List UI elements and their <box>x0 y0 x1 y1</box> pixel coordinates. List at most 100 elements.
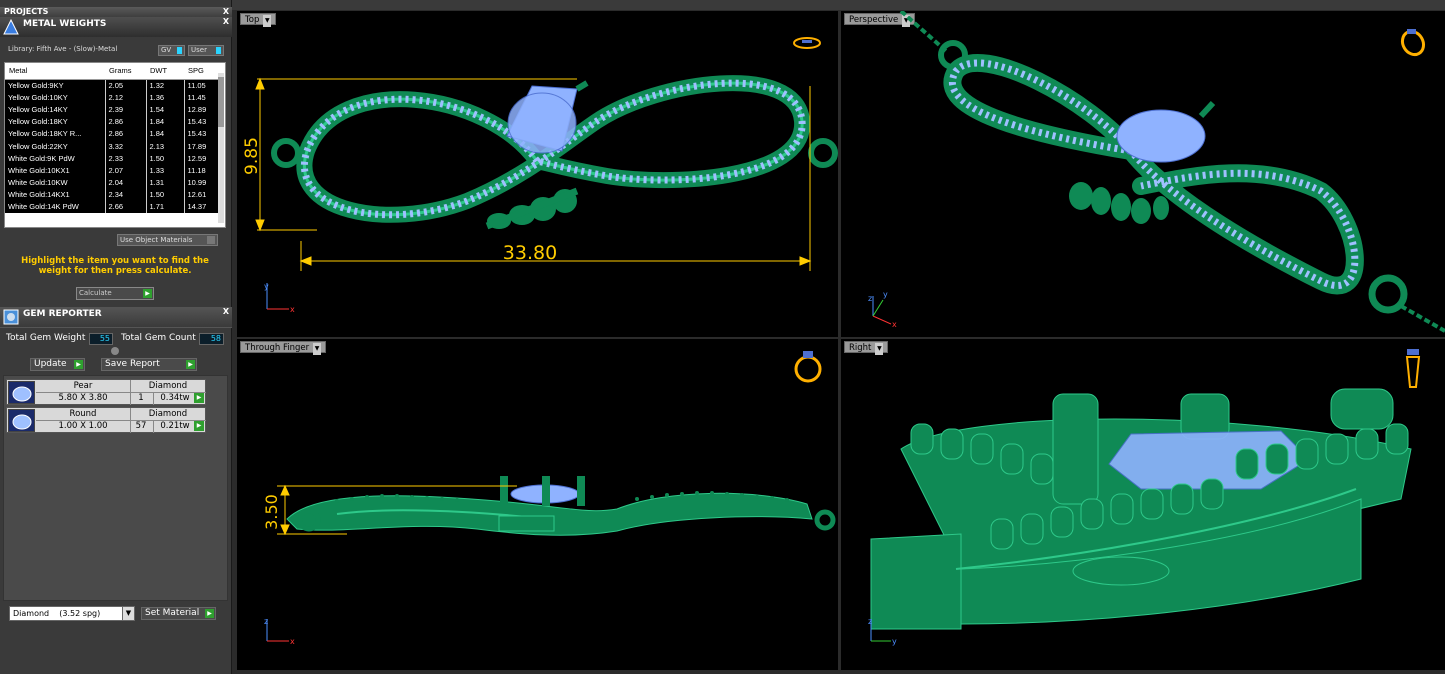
metal-weights-title: METAL WEIGHTS <box>23 19 107 29</box>
gem-shape: Round <box>69 409 97 419</box>
table-cell: 1.50 <box>146 152 185 165</box>
gem-reporter-title: GEM REPORTER <box>23 309 102 319</box>
axis-x-label: x <box>290 305 295 314</box>
table-cell: 2.66 <box>105 200 147 214</box>
play-icon: ▶ <box>74 360 83 369</box>
axis-z-label: z <box>868 294 872 303</box>
table-cell: 15.43 <box>184 115 220 128</box>
table-cell: 2.86 <box>105 127 147 140</box>
table-cell: Yellow Gold:10KY <box>5 91 106 104</box>
gem-size: 5.80 X 3.80 <box>58 393 108 403</box>
scale-icon <box>3 18 19 35</box>
table-cell: Yellow Gold:18KY R... <box>5 127 106 140</box>
table-row[interactable]: Yellow Gold:18KY 2.86 1.84 15.43 <box>5 115 220 128</box>
table-cell: 1.71 <box>146 200 185 214</box>
gem-material: Diamond <box>148 381 188 391</box>
viewport-perspective[interactable]: Perspective ▼ z y x <box>841 11 1445 337</box>
table-cell: 15.43 <box>184 127 220 140</box>
gem-shape: Pear <box>73 381 93 391</box>
user-label: User <box>191 46 207 54</box>
play-icon[interactable]: ▶ <box>194 421 204 431</box>
axis-z-label: z <box>868 617 872 626</box>
table-cell: 2.34 <box>105 188 147 201</box>
user-button[interactable]: User <box>188 45 224 56</box>
library-label: Library: Fifth Ave - (Slow)-Metal <box>8 45 118 53</box>
table-cell: 2.04 <box>105 176 147 189</box>
chevron-down-icon: ▼ <box>122 607 134 620</box>
table-cell: White Gold:14K PdW <box>5 200 106 214</box>
table-cell: 12.59 <box>184 152 220 165</box>
update-label: Update <box>34 359 67 369</box>
calculate-button[interactable]: Calculate ▶ <box>76 287 154 300</box>
material-select[interactable]: Diamond (3.52 spg) ▼ <box>9 606 135 621</box>
axis-gizmo: z x <box>264 617 295 646</box>
gem-reporter-close-button[interactable]: X <box>223 307 229 316</box>
use-object-materials-button[interactable]: Use Object Materials <box>117 234 218 246</box>
table-row[interactable]: White Gold:10KX1 2.07 1.33 11.18 <box>5 164 220 177</box>
gem-reporter-header: GEM REPORTER X <box>0 307 232 327</box>
table-row[interactable]: Yellow Gold:18KY R... 2.86 1.84 15.43 <box>5 127 220 140</box>
splitter-handle[interactable] <box>111 347 119 355</box>
viewport-top[interactable]: Top ▼ 33.80 9.85 y x <box>237 11 838 337</box>
table-row[interactable]: White Gold:14K PdW 2.66 1.71 14.37 <box>5 200 220 214</box>
table-cell: Yellow Gold:14KY <box>5 103 106 116</box>
table-row[interactable]: Yellow Gold:22KY 3.32 2.13 17.89 <box>5 139 220 153</box>
metal-weights-table[interactable]: Metal Grams DWT SPG Yellow Gold:9KY 2.05 1… <box>4 62 226 228</box>
ring-side-icon <box>1405 349 1421 388</box>
table-cell: 1.33 <box>146 164 185 177</box>
calculate-label: Calculate <box>79 289 112 297</box>
save-report-button[interactable]: Save Report ▶ <box>101 358 197 371</box>
play-icon: ▶ <box>205 609 214 618</box>
total-gem-count-value: 58 <box>199 333 224 345</box>
table-scrollbar[interactable] <box>218 73 224 223</box>
table-cell: 1.36 <box>146 91 185 104</box>
gv-label: GV <box>161 46 172 54</box>
axis-y-label: y <box>883 290 888 299</box>
dimension-width: 33.80 <box>503 242 557 264</box>
projects-header[interactable]: PROJECTS X <box>0 7 232 17</box>
table-cell: 1.31 <box>146 176 185 189</box>
gem-count: 1 <box>138 393 144 403</box>
table-row[interactable]: White Gold:14KX1 2.34 1.50 12.61 <box>5 188 220 201</box>
col-spg[interactable]: SPG <box>184 63 220 80</box>
perspective-view-render: z y x <box>868 11 1445 333</box>
table-cell: Yellow Gold:9KY <box>5 79 106 92</box>
table-cell: 2.07 <box>105 164 147 177</box>
viewport-right[interactable]: Right ▼ z y <box>841 339 1445 670</box>
table-row[interactable]: White Gold:9K PdW 2.33 1.50 12.59 <box>5 152 220 165</box>
table-cell: 1.84 <box>146 115 185 128</box>
play-icon[interactable]: ▶ <box>194 393 204 403</box>
col-dwt[interactable]: DWT <box>146 63 184 80</box>
axis-y-label: y <box>892 637 897 646</box>
projects-close-button[interactable]: X <box>223 7 229 17</box>
table-cell: 11.45 <box>184 91 220 104</box>
table-cell: 14.37 <box>184 200 220 214</box>
gv-button[interactable]: GV <box>158 45 185 56</box>
table-row[interactable]: Yellow Gold:14KY 2.39 1.54 12.89 <box>5 103 220 116</box>
table-cell: 1.32 <box>146 79 185 92</box>
viewport-through-finger[interactable]: Through Finger ▼ 3.50 z x <box>237 339 838 670</box>
table-cell: White Gold:14KX1 <box>5 188 106 201</box>
total-gem-count-label: Total Gem Count <box>121 333 196 343</box>
metal-weights-close-button[interactable]: X <box>223 17 229 26</box>
table-cell: Yellow Gold:22KY <box>5 139 106 153</box>
top-view-render: 33.80 9.85 y x <box>242 37 838 314</box>
set-material-button[interactable]: Set Material ▶ <box>141 607 216 620</box>
right-view-render: z y <box>868 349 1421 646</box>
table-row[interactable]: Yellow Gold:10KY 2.12 1.36 11.45 <box>5 91 220 104</box>
update-button[interactable]: Update ▶ <box>30 358 85 371</box>
table-row[interactable]: White Gold:10KW 2.04 1.31 10.99 <box>5 176 220 189</box>
table-cell: 2.13 <box>146 139 185 153</box>
gem-entry[interactable]: Round Diamond 1.00 X 1.00 57 0.21tw ▶ <box>6 407 206 433</box>
table-row[interactable]: Yellow Gold:9KY 2.05 1.32 11.05 <box>5 79 220 92</box>
gem-report-icon <box>3 309 19 325</box>
dimension-depth: 3.50 <box>262 494 281 530</box>
col-metal[interactable]: Metal <box>5 63 105 80</box>
col-grams[interactable]: Grams <box>105 63 146 80</box>
play-icon: ▶ <box>186 360 195 369</box>
gem-entry[interactable]: Pear Diamond 5.80 X 3.80 1 0.34tw ▶ <box>6 379 206 405</box>
material-select-value: Diamond (3.52 spg) <box>13 609 101 618</box>
table-cell: 2.33 <box>105 152 147 165</box>
gem-weight: 0.34tw <box>160 393 190 403</box>
dimension-height: 9.85 <box>242 137 262 175</box>
